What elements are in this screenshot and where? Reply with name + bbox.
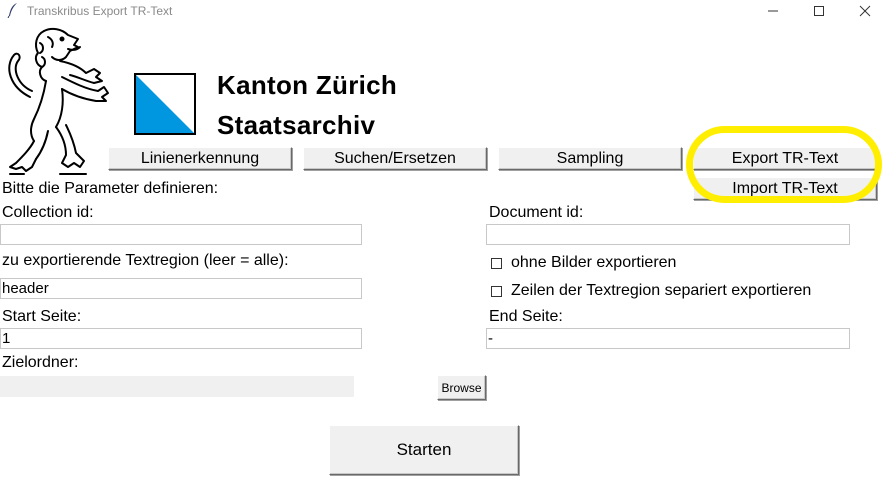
- zeilen-checkbox-row[interactable]: Zeilen der Textregion separiert exportie…: [491, 282, 811, 300]
- minimize-button[interactable]: [750, 0, 796, 22]
- start-seite-input[interactable]: [0, 328, 362, 349]
- window-title: Transkribus Export TR-Text: [27, 4, 173, 18]
- end-seite-label: End Seite:: [489, 308, 563, 325]
- close-button[interactable]: [842, 0, 888, 22]
- textregion-input[interactable]: [0, 278, 362, 299]
- highlight-annotation: [686, 126, 882, 203]
- lion-logo: [0, 27, 112, 175]
- sampling-button[interactable]: Sampling: [498, 147, 682, 170]
- canton-flag: [134, 73, 196, 135]
- maximize-button[interactable]: [796, 0, 842, 22]
- parameters-prompt: Bitte die Parameter definieren:: [2, 180, 219, 197]
- title-bar: Transkribus Export TR-Text: [0, 0, 893, 22]
- ohne-bilder-checkbox-row[interactable]: ohne Bilder exportieren: [491, 254, 676, 272]
- linienerkennung-button[interactable]: Linienerkennung: [108, 147, 292, 170]
- feather-icon: [6, 2, 20, 19]
- document-id-label: Document id:: [489, 204, 584, 221]
- minimize-icon: [768, 10, 778, 12]
- ohne-bilder-label: ohne Bilder exportieren: [511, 254, 677, 271]
- close-icon: [859, 5, 871, 17]
- start-seite-label: Start Seite:: [2, 308, 82, 325]
- zeilen-checkbox[interactable]: [491, 285, 502, 297]
- archive-title: Staatsarchiv: [217, 110, 376, 140]
- starten-button[interactable]: Starten: [329, 425, 519, 475]
- browse-button[interactable]: Browse: [437, 375, 486, 400]
- textregion-label: zu exportierende Textregion (leer = alle…: [2, 252, 289, 269]
- zeilen-label: Zeilen der Textregion separiert exportie…: [511, 282, 812, 299]
- canton-title: Kanton Zürich: [217, 70, 398, 100]
- ohne-bilder-checkbox[interactable]: [491, 257, 502, 269]
- collection-id-label: Collection id:: [2, 204, 94, 221]
- suchen-ersetzen-button[interactable]: Suchen/Ersetzen: [303, 147, 487, 170]
- zielordner-input: [0, 376, 354, 397]
- maximize-icon: [814, 6, 824, 16]
- collection-id-input[interactable]: [0, 224, 362, 245]
- zielordner-label: Zielordner:: [2, 354, 79, 371]
- document-id-input[interactable]: [486, 224, 850, 245]
- end-seite-input[interactable]: [486, 328, 850, 349]
